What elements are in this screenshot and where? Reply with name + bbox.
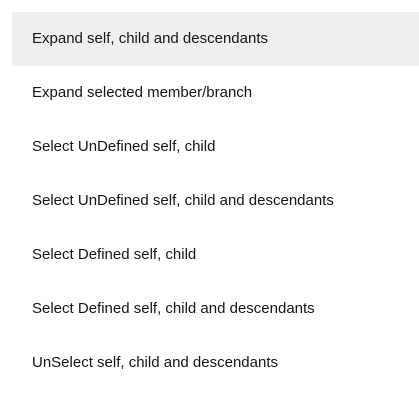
menu-item-expand-self-child-descendants[interactable]: Expand self, child and descendants (12, 12, 419, 66)
menu-item-select-defined-self-child-descendants[interactable]: Select Defined self, child and descendan… (12, 282, 419, 336)
menu-item-select-undefined-self-child[interactable]: Select UnDefined self, child (12, 120, 419, 174)
menu-item-expand-selected-member-branch[interactable]: Expand selected member/branch (12, 66, 419, 120)
menu-item-unselect-self-child-descendants[interactable]: UnSelect self, child and descendants (12, 336, 419, 390)
context-menu: Expand self, child and descendants Expan… (12, 12, 419, 390)
menu-item-select-defined-self-child[interactable]: Select Defined self, child (12, 228, 419, 282)
menu-item-select-undefined-self-child-descendants[interactable]: Select UnDefined self, child and descend… (12, 174, 419, 228)
